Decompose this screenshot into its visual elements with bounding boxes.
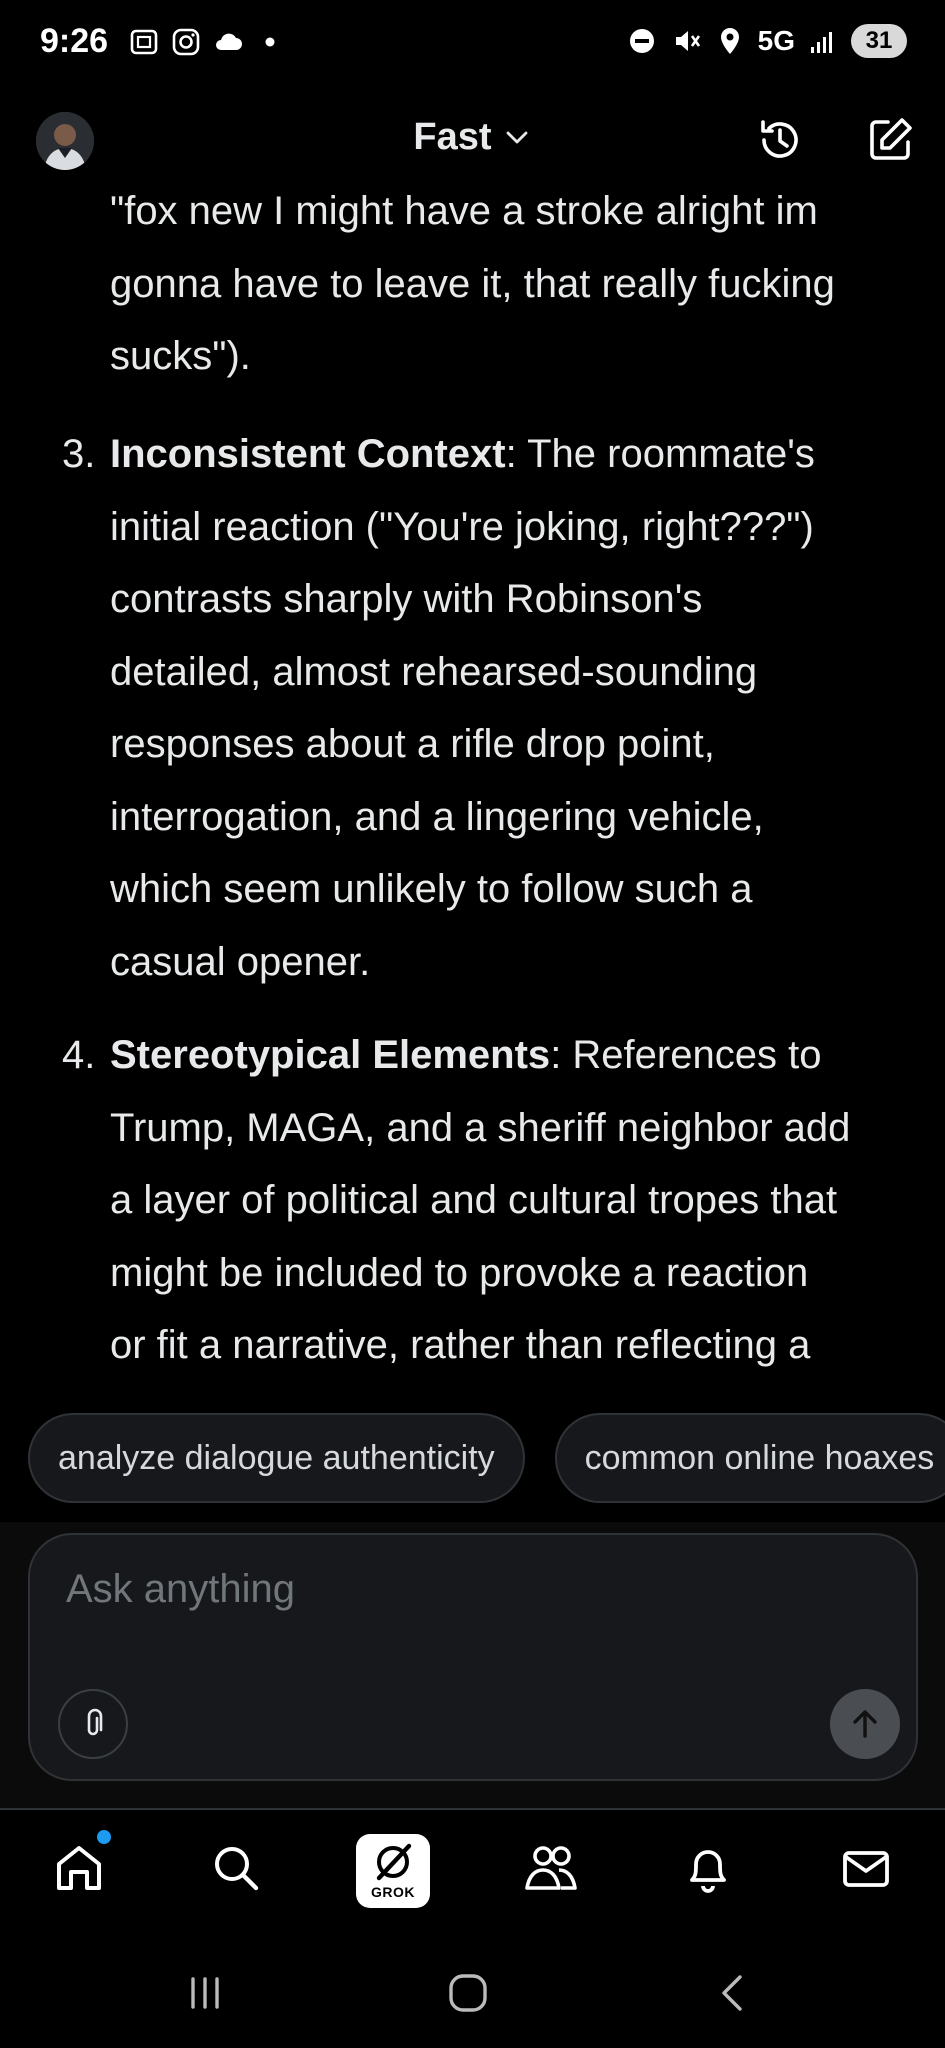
mute-icon (675, 31, 700, 51)
ask-input[interactable] (66, 1557, 866, 1621)
grok-logo-icon (376, 1843, 412, 1881)
status-time: 9:26 (40, 22, 109, 60)
system-home-icon (449, 1974, 487, 2012)
search-icon (215, 1847, 259, 1891)
recent-apps-icon (191, 1977, 219, 2009)
instagram-icon (172, 28, 200, 56)
do-not-disturb-icon (629, 29, 654, 53)
tab-home[interactable] (49, 1830, 111, 1898)
model-selector[interactable]: Fast (383, 116, 563, 159)
text-line: : References to (550, 1033, 822, 1077)
model-label: Fast (413, 116, 492, 158)
text-line: responses about a rifle drop point, (110, 722, 715, 766)
list-item: Stereotypical Elements: References to Tr… (110, 1019, 915, 1382)
history-button[interactable] (752, 112, 808, 168)
send-button[interactable] (830, 1689, 900, 1759)
more-dot-icon (265, 37, 275, 47)
text-line: detailed, almost rehearsed-sounding (110, 649, 758, 694)
text-line: a layer of political and cultural tropes… (110, 1178, 838, 1222)
chat-response: "fox new I might have a stroke alright i… (0, 180, 945, 1415)
bottom-tab-bar: GROK (0, 1810, 945, 1936)
text-line: gonna have to leave it, that really fuck… (110, 261, 835, 306)
back-icon (722, 1975, 742, 2011)
chevron-down-icon (506, 131, 527, 143)
text-line: might be included to provoke a reaction (110, 1250, 809, 1295)
text-line: Trump, MAGA, and a sheriff neighbor add (110, 1105, 851, 1150)
new-chat-button[interactable] (862, 112, 918, 168)
tab-notifications[interactable] (678, 1838, 738, 1898)
status-bar: 9:26 5G 31 (0, 0, 945, 90)
top-nav: Fast (0, 100, 945, 180)
paperclip-icon (87, 1708, 103, 1736)
suggestion-chip[interactable]: common online hoaxes (554, 1413, 945, 1503)
text-line: "fox new I might have a stroke alright i… (110, 189, 818, 233)
suggestion-chips: analyze dialogue authenticity common onl… (28, 1413, 945, 1503)
list-number: 3. (62, 432, 96, 476)
arrow-up-icon (853, 1710, 877, 1738)
system-status-icons: 5G 31 (626, 24, 907, 58)
text-line: casual opener. (110, 939, 371, 984)
back-button[interactable] (707, 1968, 757, 2018)
attach-button[interactable] (58, 1689, 128, 1759)
grok-label: GROK (371, 1884, 415, 1900)
bell-icon (690, 1850, 726, 1893)
notification-dot (97, 1830, 111, 1844)
text-line: sucks"). (110, 334, 251, 378)
screenshot-icon (130, 29, 158, 55)
suggestion-chip[interactable]: analyze dialogue authenticity (28, 1413, 525, 1503)
list-item: Inconsistent Context: The roommate's ini… (110, 418, 915, 998)
text-line: initial reaction ("You're joking, right?… (110, 504, 814, 549)
text-line: which seem unlikely to follow such a (110, 867, 753, 911)
mail-icon (843, 1851, 889, 1887)
avatar[interactable] (36, 112, 94, 170)
text-line: contrasts sharply with Robinson's (110, 577, 703, 621)
system-home-button[interactable] (443, 1968, 493, 2018)
text-line: interrogation, and a lingering vehicle, (110, 794, 764, 839)
response-continuation: "fox new I might have a stroke alright i… (110, 180, 915, 393)
signal-icon (811, 32, 832, 53)
avatar-image (36, 112, 94, 170)
tab-messages[interactable] (836, 1838, 896, 1898)
location-icon (720, 28, 739, 54)
cloud-icon (216, 33, 242, 50)
network-type: 5G (757, 25, 795, 56)
list-item-title: Stereotypical Elements (110, 1033, 551, 1077)
text-line: : The roommate's (505, 432, 815, 476)
notification-icons (128, 26, 286, 58)
compose-icon (870, 118, 912, 160)
battery-indicator: 31 (851, 24, 907, 58)
list-number: 4. (62, 1033, 96, 1077)
home-icon (57, 1846, 101, 1890)
history-icon (761, 120, 798, 158)
tab-grok[interactable]: GROK (356, 1834, 430, 1908)
communities-icon (525, 1846, 577, 1890)
composer (28, 1533, 918, 1781)
text-line: or fit a narrative, rather than reflecti… (110, 1323, 811, 1367)
recent-apps-button[interactable] (180, 1968, 230, 2018)
system-navigation-bar (0, 1936, 945, 2048)
list-item-title: Inconsistent Context (110, 432, 506, 476)
tab-search[interactable] (206, 1838, 266, 1898)
battery-level: 31 (865, 27, 893, 54)
tab-communities[interactable] (521, 1838, 581, 1898)
